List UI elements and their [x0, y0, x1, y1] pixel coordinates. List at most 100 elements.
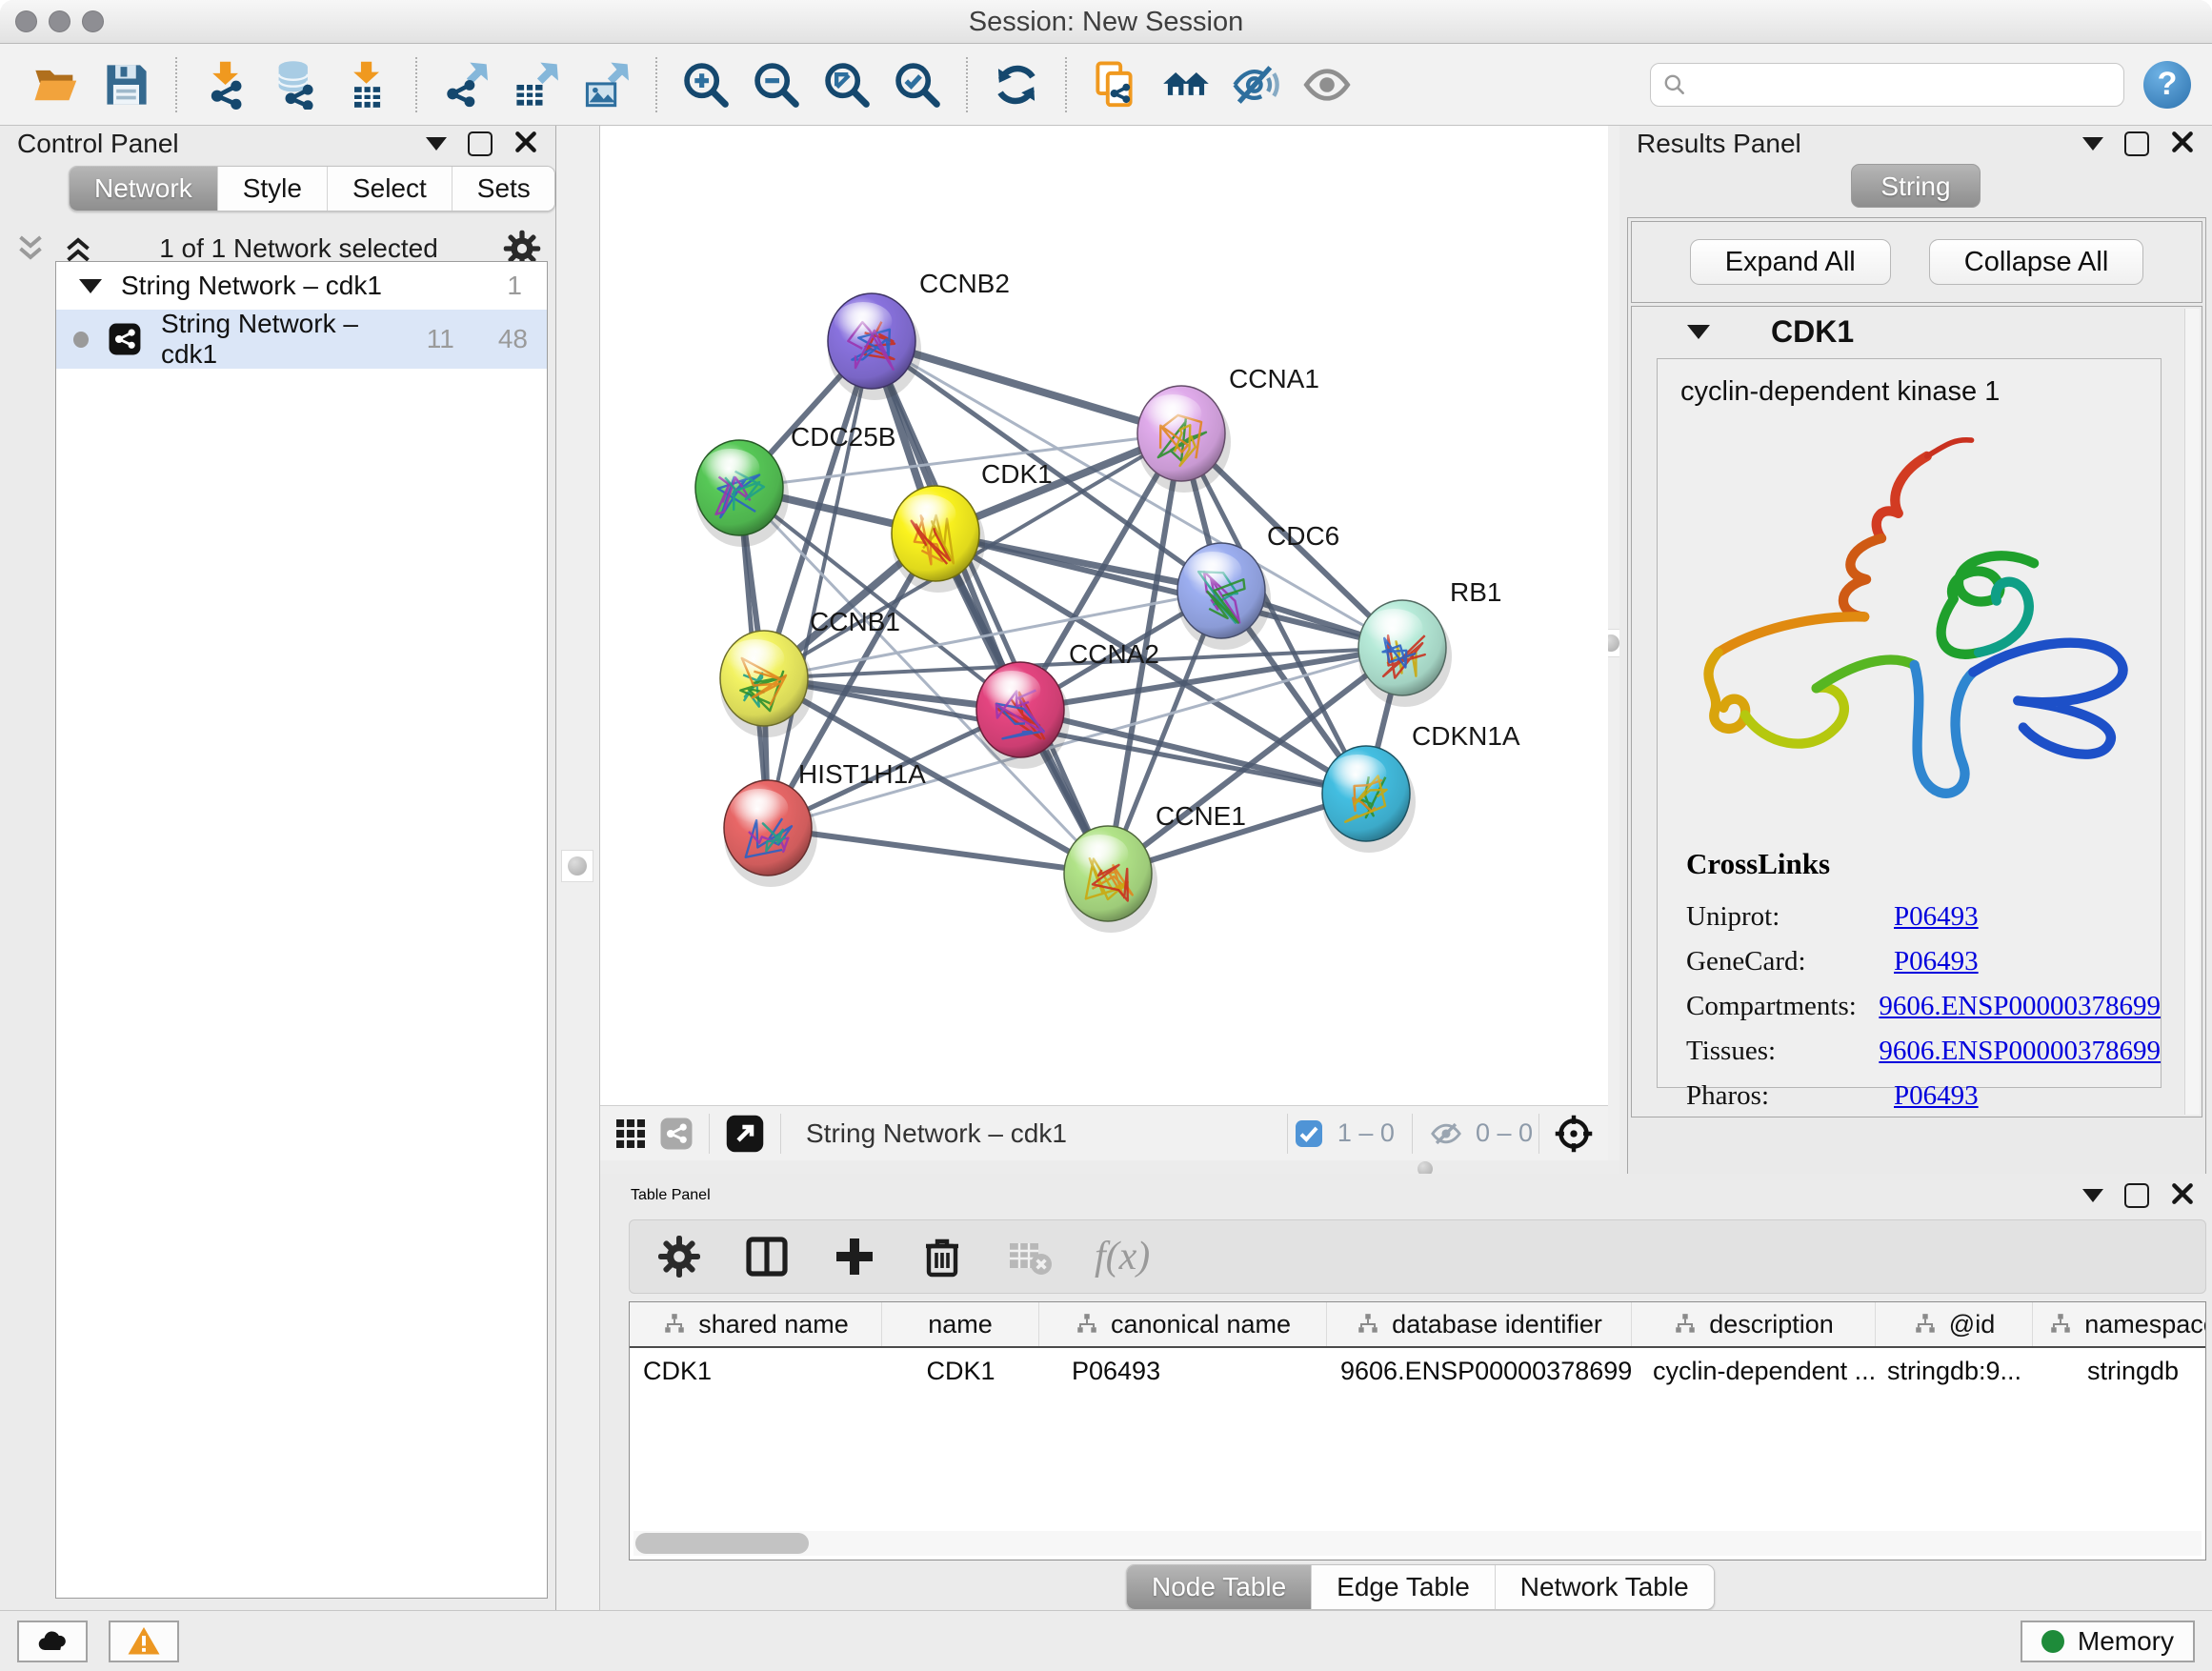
tab-select[interactable]: Select	[328, 167, 452, 211]
float-panel-icon[interactable]	[2124, 131, 2149, 156]
column-header[interactable]: database identifier	[1327, 1302, 1632, 1346]
cell-shared-name[interactable]: CDK1	[630, 1348, 882, 1394]
panel-menu-icon[interactable]	[2082, 137, 2103, 151]
import-network-database-icon[interactable]	[270, 58, 323, 111]
tab-style[interactable]: Style	[218, 167, 328, 211]
search-input[interactable]	[1695, 70, 2112, 99]
function-builder-icon[interactable]: f(x)	[1095, 1234, 1150, 1279]
panel-menu-icon[interactable]	[2082, 1189, 2103, 1202]
tab-sets[interactable]: Sets	[452, 167, 555, 211]
network-edge[interactable]	[768, 828, 1108, 874]
column-header[interactable]: name	[882, 1302, 1039, 1346]
crosslink-link[interactable]: P06493	[1894, 895, 1979, 939]
export-image-icon[interactable]	[580, 58, 633, 111]
zoom-in-icon[interactable]	[679, 58, 733, 111]
tab-edge-table[interactable]: Edge Table	[1312, 1565, 1496, 1609]
delete-table-icon[interactable]	[1007, 1234, 1053, 1279]
tab-network[interactable]: Network	[70, 167, 218, 211]
close-window-button[interactable]	[15, 10, 37, 32]
import-table-icon[interactable]	[340, 58, 393, 111]
collection-expand-icon[interactable]	[79, 279, 102, 293]
export-network-icon[interactable]	[439, 58, 493, 111]
cell-database-identifier[interactable]: 9606.ENSP00000378699	[1327, 1348, 1632, 1394]
minimize-window-button[interactable]	[49, 10, 70, 32]
cell-namespace[interactable]: stringdb	[2033, 1348, 2206, 1394]
grid-view-icon[interactable]	[613, 1117, 648, 1151]
network-canvas[interactable]: CCNB2CCNA1CDC25BCDK1CDC6RB1CCNB1CCNA2CDK…	[600, 126, 1608, 1105]
network-node-CDC25B[interactable]: CDC25B	[695, 422, 895, 547]
selected-checkbox-icon[interactable]	[1294, 1118, 1324, 1149]
gene-section-header[interactable]: CDK1	[1632, 307, 2202, 356]
table-row[interactable]: CDK1 CDK1 P06493 9606.ENSP00000378699 cy…	[630, 1348, 2205, 1394]
close-panel-icon[interactable]	[2170, 130, 2195, 159]
warnings-button[interactable]	[109, 1621, 179, 1662]
cloud-status-button[interactable]	[17, 1621, 88, 1662]
table-horizontal-scrollbar[interactable]	[633, 1531, 2202, 1556]
network-edge[interactable]	[872, 341, 1108, 874]
network-view-icon[interactable]	[659, 1117, 694, 1151]
network-node-CCNB2[interactable]: CCNB2	[828, 269, 1010, 400]
float-panel-icon[interactable]	[2124, 1183, 2149, 1208]
tab-network-table[interactable]: Network Table	[1496, 1565, 1714, 1609]
export-table-icon[interactable]	[510, 58, 563, 111]
import-network-file-icon[interactable]	[199, 58, 252, 111]
hidden-eye-icon[interactable]	[1430, 1117, 1462, 1150]
network-node-CDKN1A[interactable]: CDKN1A	[1322, 721, 1520, 853]
maximize-window-button[interactable]	[82, 10, 104, 32]
scrollbar-thumb[interactable]	[635, 1533, 809, 1554]
tab-string[interactable]: String	[1851, 164, 1980, 208]
left-splitter[interactable]	[556, 126, 600, 1610]
column-header[interactable]: shared name	[630, 1302, 882, 1346]
first-neighbors-icon[interactable]	[1159, 58, 1213, 111]
cell-name[interactable]: CDK1	[882, 1348, 1039, 1394]
zoom-selected-icon[interactable]	[891, 58, 944, 111]
results-scroll-area[interactable]: CDK1 cyclin-dependent kinase 1	[1631, 306, 2202, 1117]
detach-view-icon[interactable]	[725, 1114, 765, 1154]
close-panel-icon[interactable]	[513, 130, 538, 159]
clone-network-icon[interactable]	[1089, 58, 1142, 111]
cell-id[interactable]: stringdb:9...	[1876, 1348, 2033, 1394]
show-columns-icon[interactable]	[744, 1234, 790, 1279]
show-eye-icon[interactable]	[1300, 58, 1354, 111]
save-session-icon[interactable]	[100, 58, 153, 111]
refresh-icon[interactable]	[990, 58, 1043, 111]
panel-menu-icon[interactable]	[426, 137, 447, 151]
collapse-all-button[interactable]: Collapse All	[1929, 239, 2144, 285]
hide-selected-icon[interactable]	[1230, 58, 1283, 111]
crosslink-link[interactable]: 9606.ENSP00000378699	[1879, 984, 2161, 1029]
crosslink-link[interactable]: P06493	[1894, 939, 1979, 984]
network-node-CCNA1[interactable]: CCNA1	[1137, 364, 1319, 493]
column-header[interactable]: namespace	[2033, 1302, 2206, 1346]
help-button[interactable]: ?	[2143, 61, 2191, 109]
crosslink-link[interactable]: 9606.ENSP00000378699	[1879, 1029, 2161, 1074]
open-session-icon[interactable]	[30, 58, 83, 111]
cell-description[interactable]: cyclin-dependent ...	[1632, 1348, 1876, 1394]
zoom-fit-icon[interactable]	[820, 58, 874, 111]
table-options-gear-icon[interactable]	[656, 1234, 702, 1279]
delete-column-trash-icon[interactable]	[919, 1234, 965, 1279]
network-collection-row[interactable]: String Network – cdk1 1	[56, 262, 547, 310]
cell-canonical-name[interactable]: P06493	[1039, 1348, 1327, 1394]
network-edge[interactable]	[768, 341, 872, 828]
results-vertical-scrollbar[interactable]	[2184, 309, 2200, 1115]
network-node-CDC6[interactable]: CDC6	[1177, 521, 1339, 650]
zoom-out-icon[interactable]	[750, 58, 803, 111]
column-header[interactable]: canonical name	[1039, 1302, 1327, 1346]
fit-content-crosshair-icon[interactable]	[1553, 1113, 1595, 1155]
left-splitter-handle[interactable]	[561, 850, 593, 882]
memory-button[interactable]: Memory	[2021, 1621, 2195, 1662]
network-node-CCNE1[interactable]: CCNE1	[1064, 801, 1246, 933]
expand-all-button[interactable]: Expand All	[1690, 239, 1891, 285]
collapse-all-networks-icon[interactable]	[13, 232, 48, 266]
float-panel-icon[interactable]	[468, 131, 493, 156]
network-node-HIST1H1A[interactable]: HIST1H1A	[724, 759, 926, 887]
close-panel-icon[interactable]	[2170, 1181, 2195, 1211]
network-node-RB1[interactable]: RB1	[1358, 577, 1501, 707]
create-column-plus-icon[interactable]	[832, 1234, 877, 1279]
crosslink-link[interactable]: P06493	[1894, 1074, 1979, 1118]
right-splitter[interactable]	[1608, 126, 1619, 1160]
column-header[interactable]: @id	[1876, 1302, 2033, 1346]
column-header[interactable]: description	[1632, 1302, 1876, 1346]
network-row-selected[interactable]: String Network – cdk1 11 48	[56, 310, 547, 369]
tab-node-table[interactable]: Node Table	[1127, 1565, 1312, 1609]
